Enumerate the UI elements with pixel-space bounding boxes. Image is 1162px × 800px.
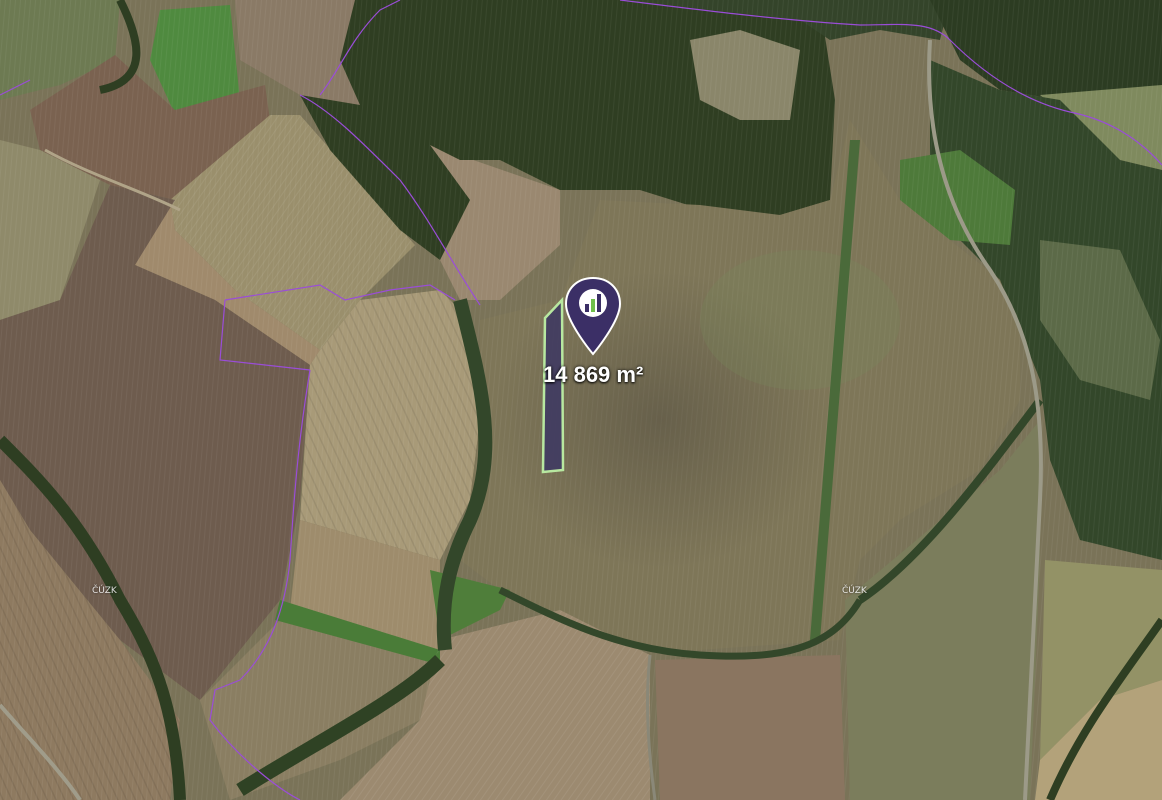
cuzk-watermark: ČÚZK	[92, 586, 117, 596]
vegetation-shade	[700, 250, 900, 390]
parcel-area-label: 14 869 m²	[543, 362, 644, 387]
satellite-map[interactable]: 14 869 m² ČÚZK ČÚZK	[0, 0, 1162, 800]
map-pin-logo-icon[interactable]	[563, 276, 623, 356]
field	[655, 655, 845, 800]
satellite-imagery	[0, 0, 1162, 800]
cuzk-watermark: ČÚZK	[842, 586, 867, 596]
